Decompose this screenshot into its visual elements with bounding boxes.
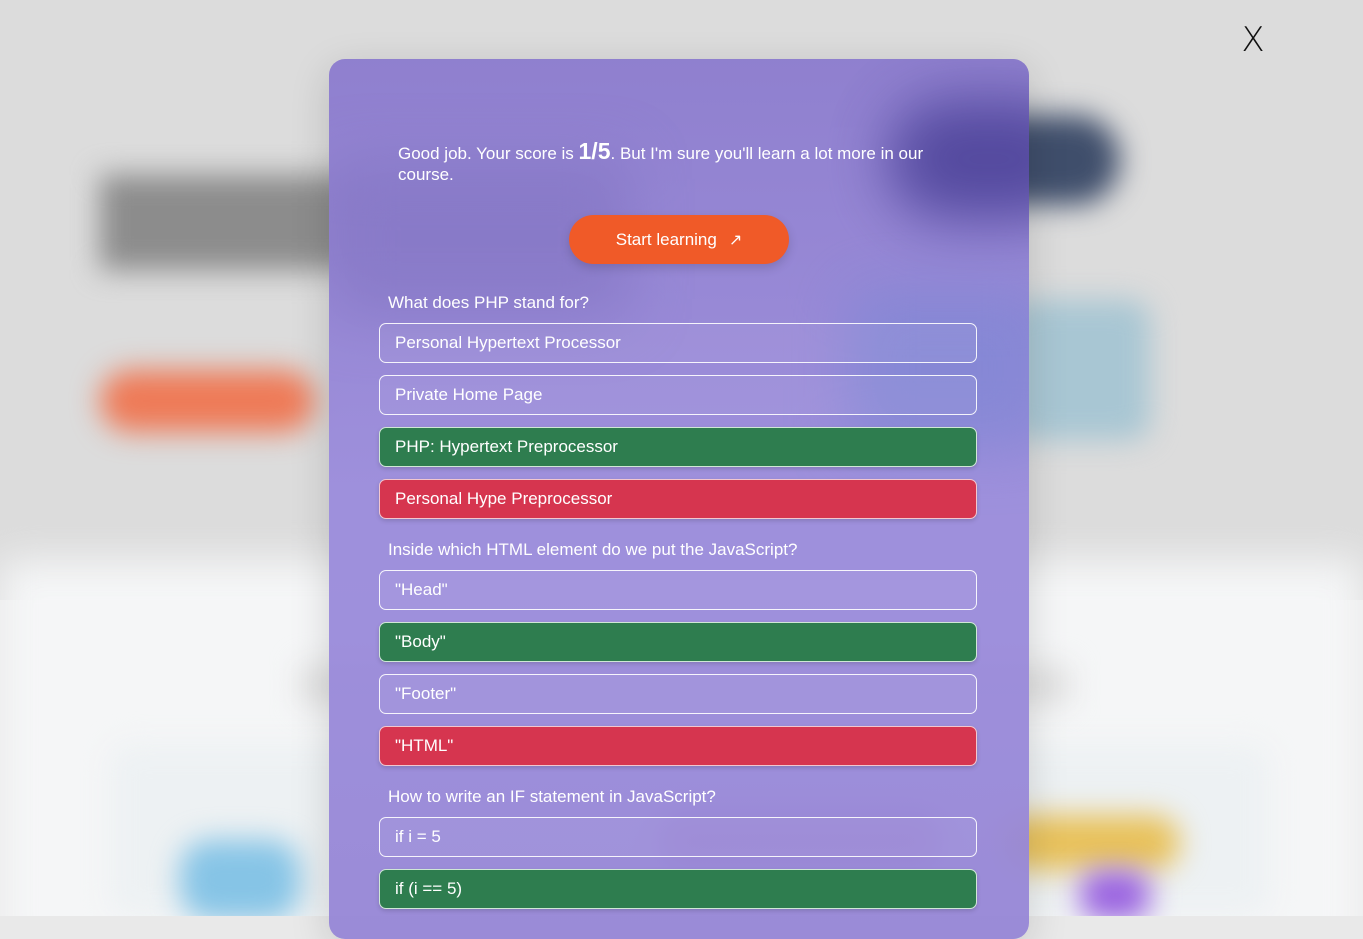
start-learning-button[interactable]: Start learning ↗ (569, 215, 789, 264)
question-text: How to write an IF statement in JavaScri… (388, 787, 716, 806)
answer-option-neutral[interactable]: "Head" (379, 570, 977, 610)
answer-option-correct[interactable]: if (i == 5) (379, 869, 977, 909)
score-message: Good job. Your score is 1/5. But I'm sur… (398, 138, 978, 185)
answer-option-neutral[interactable]: Private Home Page (379, 375, 977, 415)
bg-heading-block (100, 175, 360, 270)
question-text: Inside which HTML element do we put the … (388, 540, 798, 559)
score-prefix: Good job. Your score is (398, 144, 579, 163)
answer-option-correct[interactable]: PHP: Hypertext Preprocessor (379, 427, 977, 467)
answer-option-neutral[interactable]: if i = 5 (379, 817, 977, 857)
quiz-result-modal: Good job. Your score is 1/5. But I'm sur… (329, 59, 1029, 939)
answer-option-wrong[interactable]: Personal Hype Preprocessor (379, 479, 977, 519)
bg-cyan-card (1010, 300, 1150, 440)
answer-option-wrong[interactable]: "HTML" (379, 726, 977, 766)
answer-option-neutral[interactable]: "Footer" (379, 674, 977, 714)
bg-orange-button (100, 370, 315, 432)
question-text: What does PHP stand for? (388, 293, 589, 312)
bg-violet-shape (1080, 870, 1150, 916)
answer-option-neutral[interactable]: Personal Hypertext Processor (379, 323, 977, 363)
start-learning-label: Start learning (615, 229, 717, 249)
close-icon[interactable]: X (1236, 22, 1270, 58)
bg-blue-shape (180, 840, 300, 916)
answer-option-correct[interactable]: "Body" (379, 622, 977, 662)
score-value: 1/5 (578, 138, 611, 164)
arrow-up-right-icon: ↗ (728, 231, 743, 249)
